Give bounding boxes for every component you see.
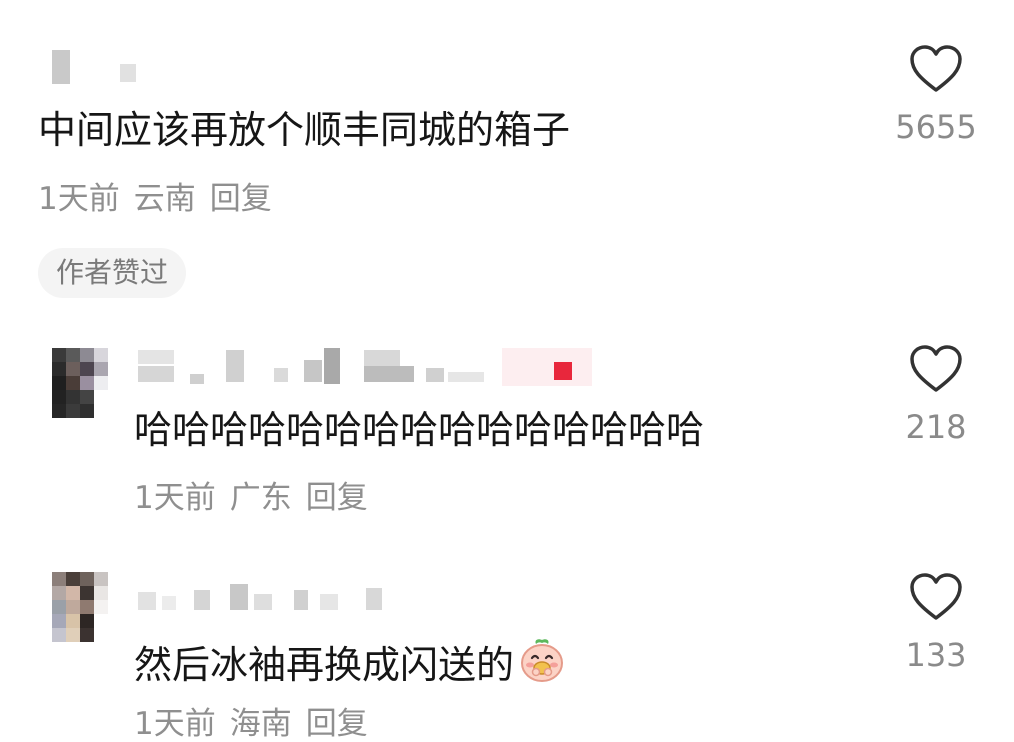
like-button[interactable]: 218 [896, 344, 976, 446]
comment-text-body: 然后冰袖再换成闪送的 [134, 643, 515, 687]
like-count: 133 [905, 636, 967, 674]
comment-time: 1天前 [134, 706, 216, 742]
comment-text: 然后冰袖再换成闪送的 [134, 636, 566, 687]
comment-meta: 1天前 海南 回复 [134, 706, 382, 742]
author-liked-badge: 作者赞过 [38, 248, 187, 298]
comment-text: 哈哈哈哈哈哈哈哈哈哈哈哈哈哈哈 [134, 408, 705, 452]
username-blurred-3[interactable] [134, 578, 414, 614]
comment-location: 海南 [229, 706, 292, 742]
comment-meta: 1天前 广东 回复 [134, 480, 382, 516]
comment-location: 广东 [229, 480, 292, 516]
reply-button[interactable]: 回复 [210, 181, 272, 217]
like-button[interactable]: 5655 [895, 44, 977, 146]
avatar[interactable] [52, 348, 108, 418]
comment-text: 中间应该再放个顺丰同城的箱子 [38, 108, 571, 152]
like-count: 218 [905, 408, 967, 446]
comment-time: 1天前 [38, 181, 120, 217]
like-count: 5655 [895, 108, 977, 146]
username-blurred-2[interactable] [134, 346, 614, 390]
comment-location: 云南 [133, 181, 196, 217]
avatar[interactable] [52, 572, 108, 642]
reply-button[interactable]: 回复 [306, 706, 368, 742]
peach-face-emoji [521, 639, 564, 682]
username-blurred-1[interactable] [52, 48, 142, 88]
comment-time: 1天前 [134, 480, 216, 516]
heart-outline-icon [910, 345, 962, 392]
like-button[interactable]: 133 [896, 572, 976, 674]
heart-outline-icon [910, 573, 962, 620]
comment-meta: 1天前 云南 回复 [38, 181, 286, 217]
reply-button[interactable]: 回复 [306, 480, 368, 516]
heart-outline-icon [910, 45, 962, 92]
